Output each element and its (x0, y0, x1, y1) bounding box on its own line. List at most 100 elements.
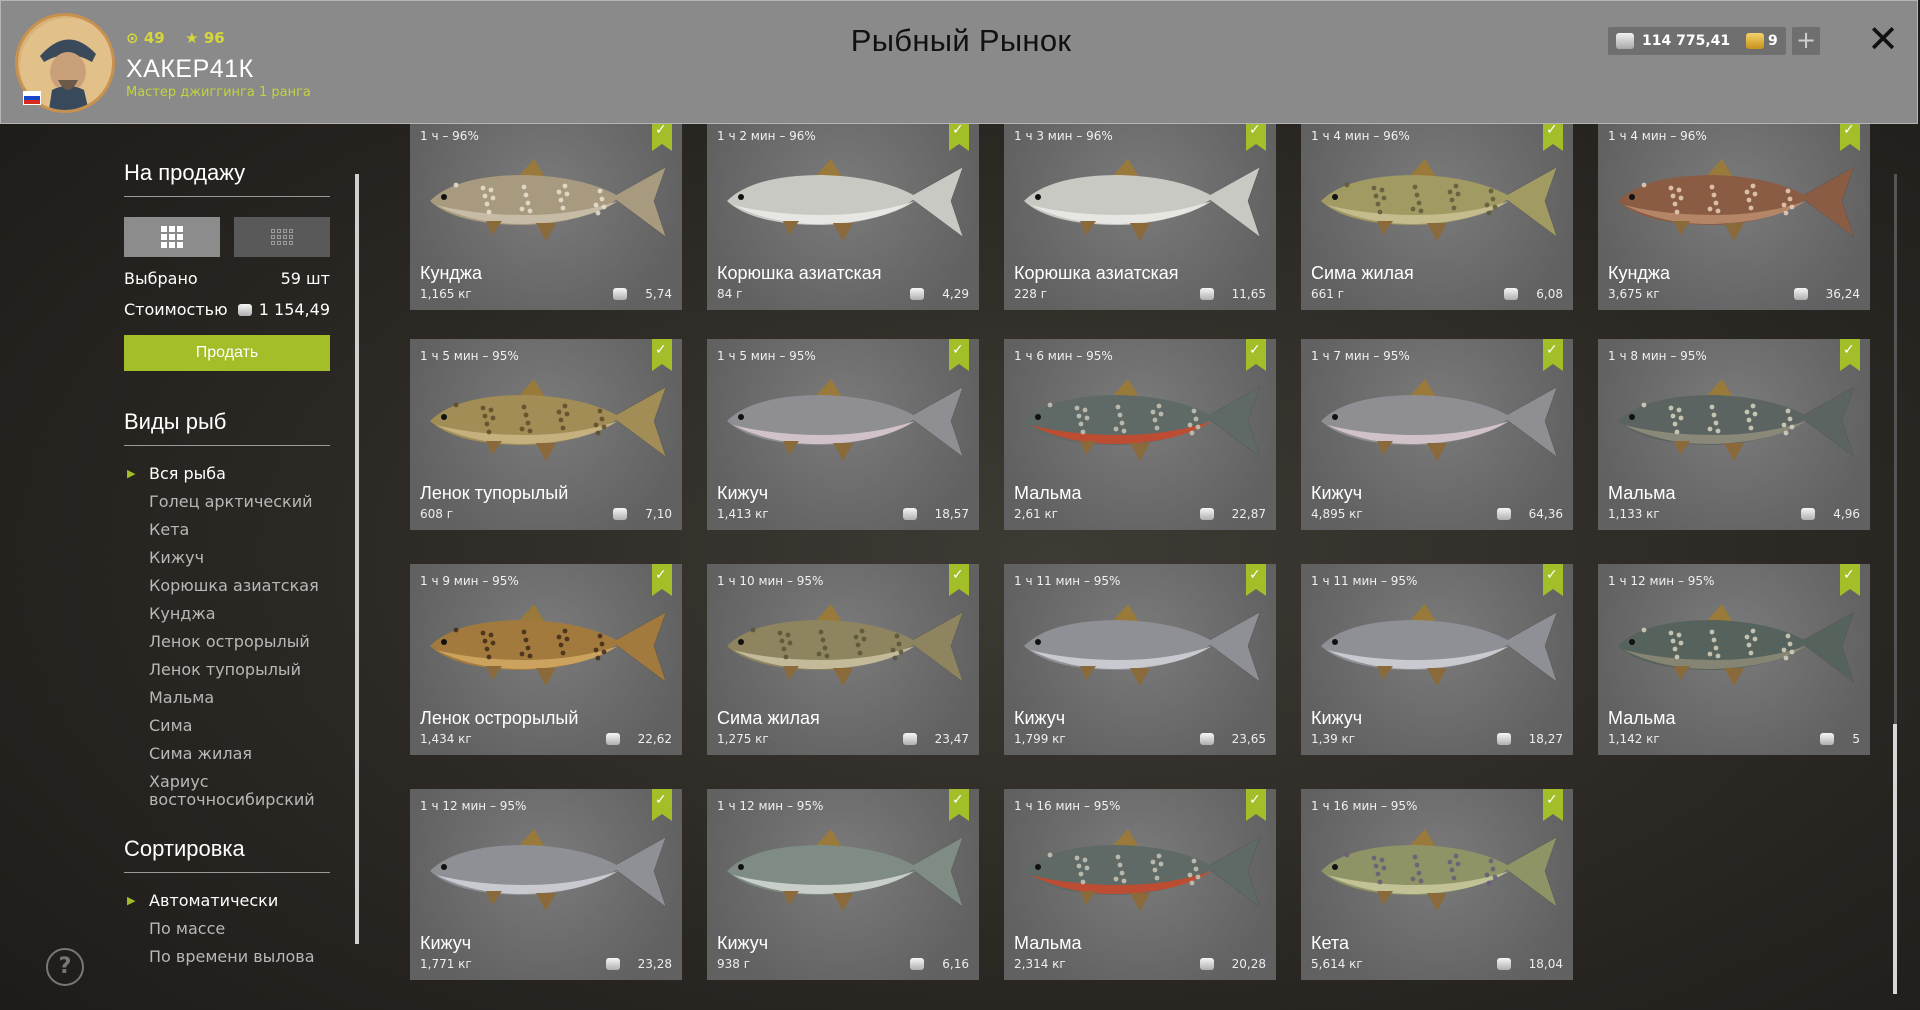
fish-weight: 228 г (1014, 287, 1048, 301)
fish-card[interactable]: 1 ч 5 мин – 95% Кижуч 1,413 кг 18,57 (707, 339, 979, 530)
fish-card[interactable]: 1 ч 5 мин – 95% Ленок тупорылый 608 г 7,10 (410, 339, 682, 530)
silver-coin-icon (1199, 733, 1214, 745)
fish-name: Кета (1311, 933, 1349, 953)
species-item[interactable]: Ленок острорылый (149, 628, 330, 656)
silver-coin-icon (605, 733, 620, 745)
fish-name: Сима жилая (1311, 263, 1414, 283)
species-item[interactable]: Хариус восточносибирский (149, 768, 330, 814)
cost-value: 1 154,49 (237, 300, 330, 319)
fish-card[interactable]: 1 ч 12 мин – 95% Мальма 1,142 кг 5 (1598, 564, 1870, 755)
fish-price: 22,62 (605, 732, 672, 746)
fish-price: 7,10 (613, 507, 672, 521)
fish-price: 4,29 (910, 287, 969, 301)
fish-card[interactable]: 1 ч 16 мин – 95% Мальма 2,314 кг 20,28 (1004, 789, 1276, 980)
fish-card[interactable]: 1 ч 2 мин – 96% Корюшка азиатская 84 г 4,29 (707, 119, 979, 310)
species-item[interactable]: Сима (149, 712, 330, 740)
fish-weight: 1,133 кг (1608, 507, 1660, 521)
fish-image (430, 159, 667, 241)
sell-button[interactable]: Продать (124, 335, 330, 371)
fish-name: Мальма (1608, 483, 1676, 503)
fish-image (727, 829, 964, 911)
help-button[interactable]: ? (46, 948, 84, 986)
sidebar-scrollbar[interactable] (355, 174, 359, 944)
small-grid-view-button[interactable] (234, 217, 330, 257)
fish-card[interactable]: 1 ч 7 мин – 95% Кижуч 4,895 кг 64,36 (1301, 339, 1573, 530)
sort-title: Сортировка (124, 836, 330, 873)
small-grid-icon (271, 229, 293, 245)
header-bar: ⊙ 49 ★ 96 ХАКЕР41К Мастер джиггинга 1 ра… (0, 0, 1918, 124)
fish-card[interactable]: 1 ч – 96% Кунджа 1,165 кг 5,74 (410, 119, 682, 310)
sort-option[interactable]: Автоматически (127, 887, 330, 915)
fish-name: Ленок острорылый (420, 708, 579, 728)
grid-scrollbar-thumb[interactable] (1893, 724, 1897, 994)
fish-card[interactable]: 1 ч 8 мин – 95% Мальма 1,133 кг 4,96 (1598, 339, 1870, 530)
fish-price: 23,65 (1199, 732, 1266, 746)
species-item[interactable]: Кета (149, 516, 330, 544)
fish-weight: 1,142 кг (1608, 732, 1660, 746)
fish-card[interactable]: 1 ч 6 мин – 95% Мальма 2,61 кг 22,87 (1004, 339, 1276, 530)
fish-price: 11,65 (1199, 287, 1266, 301)
fish-weight: 2,61 кг (1014, 507, 1059, 521)
fish-image (430, 829, 667, 911)
species-item[interactable]: Кижуч (149, 544, 330, 572)
russia-flag-icon (23, 91, 41, 105)
fish-name: Мальма (1608, 708, 1676, 728)
large-grid-view-button[interactable] (124, 217, 220, 257)
fish-card[interactable]: 1 ч 10 мин – 95% Сима жилая 1,275 кг 23,47 (707, 564, 979, 755)
catch-time: 1 ч 6 мин – 95% (1014, 349, 1113, 363)
fish-image (1618, 159, 1855, 241)
catch-time: 1 ч 12 мин – 95% (717, 799, 824, 813)
fish-card[interactable]: 1 ч 11 мин – 95% Кижуч 1,799 кг 23,65 (1004, 564, 1276, 755)
silver-coin-icon (1199, 508, 1214, 520)
catch-time: 1 ч 4 мин – 96% (1311, 129, 1410, 143)
silver-coin-icon (1793, 288, 1808, 300)
species-item[interactable]: Голец арктический (149, 488, 330, 516)
sort-list: АвтоматическиПо массеПо времени вылова (124, 887, 330, 971)
fish-card[interactable]: 1 ч 11 мин – 95% Кижуч 1,39 кг 18,27 (1301, 564, 1573, 755)
species-item[interactable]: Ленок тупорылый (149, 656, 330, 684)
fish-weight: 3,675 кг (1608, 287, 1660, 301)
species-item[interactable]: Мальма (149, 684, 330, 712)
fish-weight: 1,799 кг (1014, 732, 1066, 746)
silver-coin-icon (1496, 508, 1511, 520)
fish-card[interactable]: 1 ч 3 мин – 96% Корюшка азиатская 228 г 11,… (1004, 119, 1276, 310)
for-sale-title: На продажу (124, 160, 330, 197)
fish-card[interactable]: 1 ч 12 мин – 95% Кижуч 1,771 кг 23,28 (410, 789, 682, 980)
fish-card[interactable]: 1 ч 4 мин – 96% Сима жилая 661 г 6,08 (1301, 119, 1573, 310)
question-icon: ? (58, 954, 72, 979)
fish-weight: 1,771 кг (420, 957, 472, 971)
fish-image (1321, 829, 1558, 911)
fish-image (1618, 379, 1855, 461)
fish-image (1618, 604, 1855, 686)
fish-card[interactable]: 1 ч 16 мин – 95% Кета 5,614 кг 18,04 (1301, 789, 1573, 980)
close-button[interactable]: ✕ (1865, 19, 1901, 59)
fish-card[interactable]: 1 ч 9 мин – 95% Ленок острорылый 1,434 кг 2… (410, 564, 682, 755)
gold-amount: 9 (1768, 33, 1778, 49)
catch-time: 1 ч 9 мин – 95% (420, 574, 519, 588)
player-name: ХАКЕР41К (126, 55, 254, 83)
fish-price: 6,08 (1504, 287, 1563, 301)
fish-name: Кижуч (1311, 708, 1363, 728)
silver-coin-icon (1504, 288, 1519, 300)
fish-name: Мальма (1014, 933, 1082, 953)
species-item[interactable]: Кунджа (149, 600, 330, 628)
species-item[interactable]: Вся рыба (127, 460, 330, 488)
catch-time: 1 ч 5 мин – 95% (420, 349, 519, 363)
species-item[interactable]: Корюшка азиатская (149, 572, 330, 600)
fish-name: Ленок тупорылый (420, 483, 569, 503)
catch-time: 1 ч 5 мин – 95% (717, 349, 816, 363)
fish-card[interactable]: 1 ч 4 мин – 96% Кунджа 3,675 кг 36,24 (1598, 119, 1870, 310)
sort-option[interactable]: По времени вылова (149, 943, 330, 971)
sort-option[interactable]: По массе (149, 915, 330, 943)
add-currency-button[interactable]: + (1792, 27, 1820, 55)
fish-price: 4,96 (1801, 507, 1860, 521)
catch-time: 1 ч 2 мин – 96% (717, 129, 816, 143)
selected-row: Выбрано 59 шт (124, 269, 330, 288)
fish-weight: 661 г (1311, 287, 1345, 301)
close-icon: ✕ (1867, 17, 1899, 61)
fish-image (1321, 604, 1558, 686)
fish-name: Кунджа (1608, 263, 1670, 283)
species-item[interactable]: Сима жилая (149, 740, 330, 768)
fish-card[interactable]: 1 ч 12 мин – 95% Кижуч 938 г 6,16 (707, 789, 979, 980)
silver-coin-icon (902, 733, 917, 745)
